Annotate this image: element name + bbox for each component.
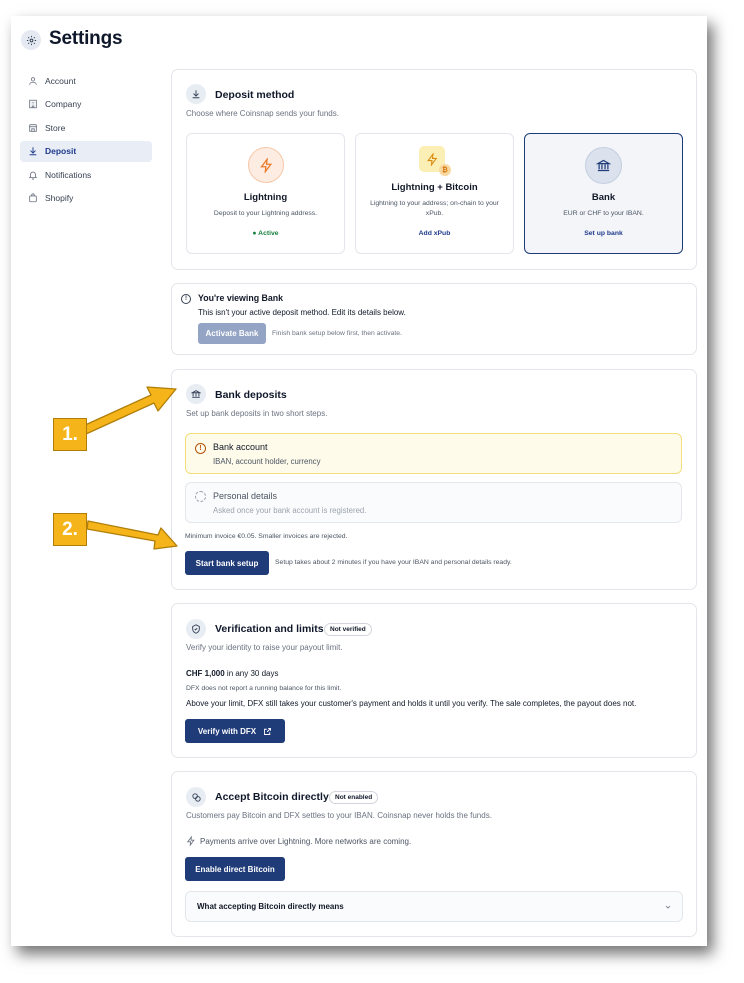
- annotation-step-1: 1.: [53, 418, 87, 451]
- annotation-overlay: [82, 386, 178, 550]
- annotation-step-2: 2.: [53, 513, 87, 546]
- arrow-2: [86, 520, 178, 550]
- arrow-1: [82, 386, 177, 435]
